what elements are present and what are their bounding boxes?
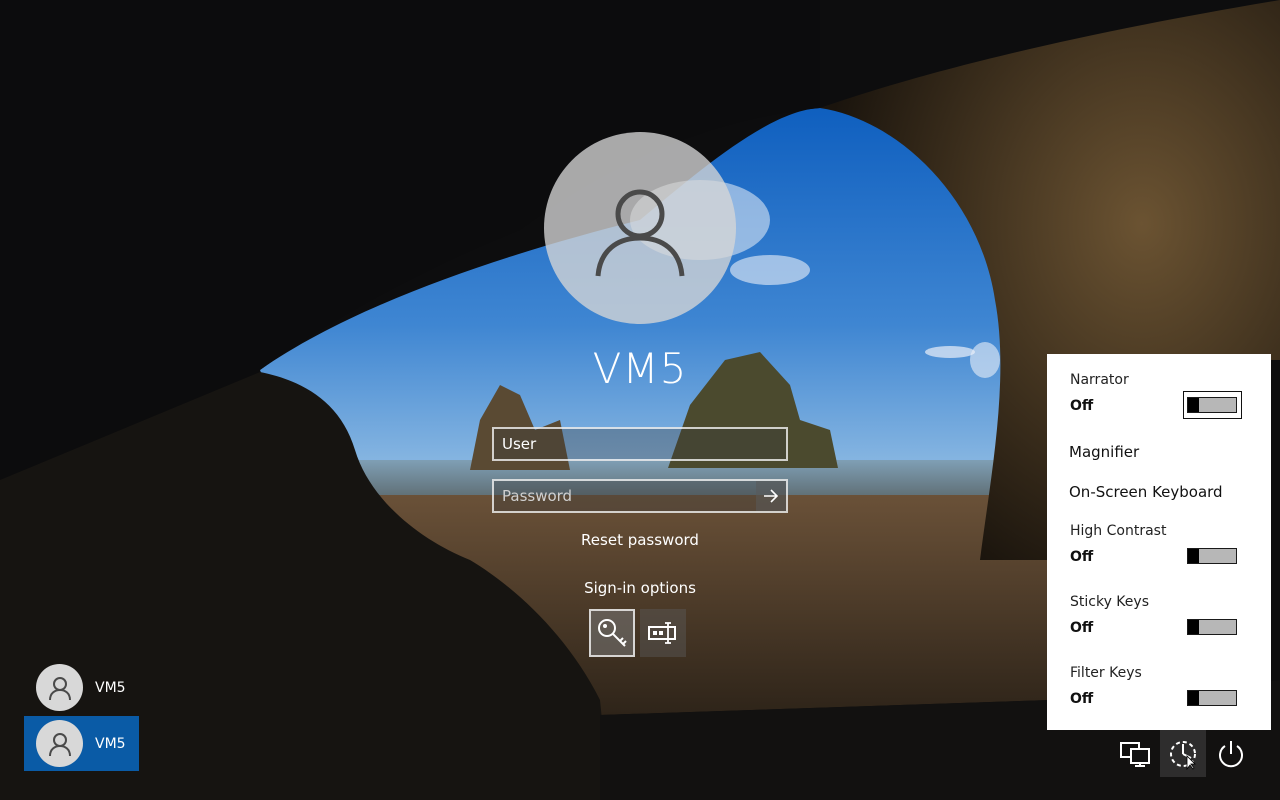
pin-pad-icon (648, 622, 676, 644)
user-tile-name: VM5 (95, 735, 126, 752)
power-button[interactable] (1208, 730, 1254, 777)
pin-signin-option[interactable] (640, 609, 686, 657)
onscreen-keyboard-item[interactable]: On-Screen Keyboard (1069, 483, 1223, 501)
sticky-keys-label: Sticky Keys (1070, 594, 1149, 610)
user-icon (595, 189, 685, 277)
network-button[interactable] (1112, 730, 1158, 777)
password-signin-option[interactable] (589, 609, 635, 657)
user-tile-selected[interactable]: VM5 (24, 716, 139, 771)
filter-keys-label: Filter Keys (1070, 665, 1142, 681)
avatar (36, 664, 83, 711)
ease-of-access-button[interactable] (1160, 730, 1206, 777)
submit-button[interactable] (756, 481, 786, 511)
sticky-keys-toggle[interactable] (1187, 619, 1237, 635)
focus-ring (1183, 391, 1242, 419)
avatar (36, 720, 83, 767)
ease-of-access-icon (1170, 740, 1196, 770)
user-tile-name: VM5 (95, 679, 126, 696)
filter-keys-state: Off (1070, 691, 1094, 707)
user-avatar-large (544, 132, 736, 324)
arrow-right-icon (764, 489, 779, 503)
user-icon (48, 676, 71, 700)
account-name: VM5 (592, 344, 688, 393)
power-icon (1219, 740, 1243, 767)
narrator-label: Narrator (1070, 372, 1129, 388)
user-icon (48, 732, 71, 756)
high-contrast-toggle[interactable] (1187, 548, 1237, 564)
magnifier-item[interactable]: Magnifier (1069, 443, 1139, 461)
user-tile[interactable]: VM5 (24, 660, 139, 715)
high-contrast-label: High Contrast (1070, 523, 1167, 539)
sticky-keys-state: Off (1070, 620, 1094, 636)
key-icon (598, 619, 627, 647)
network-icon (1120, 741, 1150, 767)
filter-keys-toggle[interactable] (1187, 690, 1237, 706)
password-input[interactable] (492, 479, 788, 513)
username-input[interactable] (492, 427, 788, 461)
reset-password-link[interactable]: Reset password (440, 531, 840, 549)
narrator-state: Off (1070, 398, 1094, 414)
signin-options-link[interactable]: Sign-in options (440, 579, 840, 597)
high-contrast-state: Off (1070, 549, 1094, 565)
